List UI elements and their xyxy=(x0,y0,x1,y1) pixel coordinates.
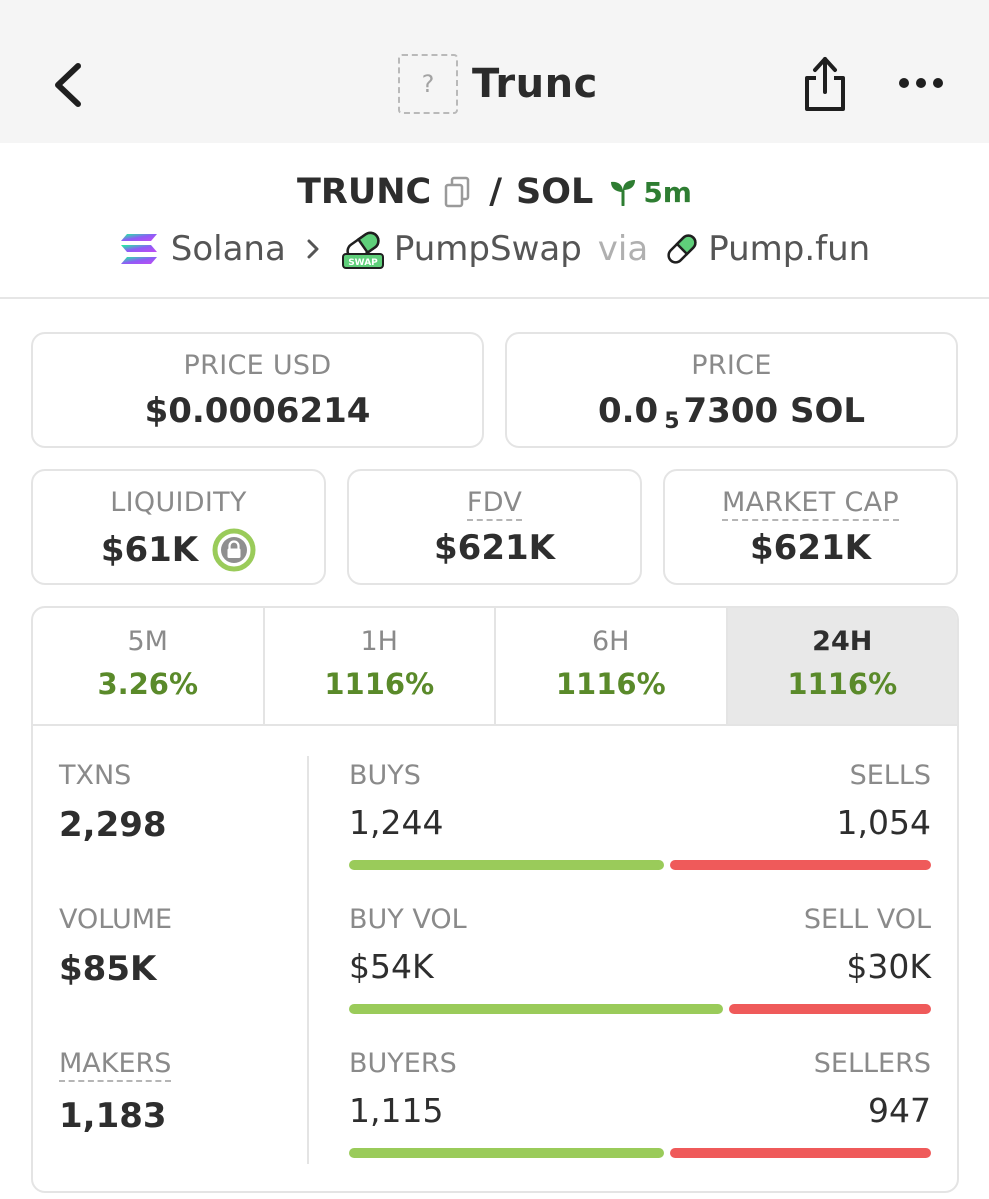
fdv-label-wrap: FDV xyxy=(349,487,640,521)
svg-text:SWAP: SWAP xyxy=(348,258,378,268)
price-usd-value: $0.0006214 xyxy=(144,391,371,431)
share-icon[interactable] xyxy=(802,54,848,114)
price-native-zero-count: 5 xyxy=(664,408,680,434)
tab-label: 5M xyxy=(127,626,168,657)
volume-value: $85K xyxy=(59,949,157,989)
tab-label: 1H xyxy=(360,626,398,657)
column-divider xyxy=(307,756,309,1164)
fdv-card: FDV $621K xyxy=(347,469,642,585)
sell-bar xyxy=(669,860,931,870)
liquidity-card: LIQUIDITY $61K xyxy=(31,469,326,585)
chevron-right-icon xyxy=(307,239,319,259)
sellers-value: 947 xyxy=(868,1091,931,1130)
pair-separator: / xyxy=(489,172,503,212)
tab-1h[interactable]: 1H 1116% xyxy=(265,608,496,724)
buyers-sellers-row: BUYERS SELLERS 1,115 947 xyxy=(349,1048,931,1191)
buy-sell-volume-row: BUY VOL SELL VOL $54K $30K xyxy=(349,904,931,1048)
stats-summary-column: TXNS 2,298 VOLUME $85K MAKERS 1,183 xyxy=(59,760,299,1191)
market-cap-card: MARKET CAP $621K xyxy=(663,469,958,585)
chain-breadcrumb: Solana SWAP PumpSwap via Pump.fun xyxy=(0,222,989,276)
price-native-suffix: 7300 SOL xyxy=(683,391,866,431)
sell-bar xyxy=(669,1148,931,1158)
token-placeholder-icon: ? xyxy=(398,54,458,114)
sells-label: SELLS xyxy=(849,760,931,791)
pumpfun-pill-icon xyxy=(667,234,697,264)
sell-bar xyxy=(729,1004,931,1014)
buys-sells-row: BUYS SELLS 1,244 1,054 xyxy=(349,760,931,904)
price-usd-card: PRICE USD $0.0006214 xyxy=(31,332,484,448)
price-native-value: 0.0 5 7300 SOL xyxy=(507,391,956,434)
tab-change-value: 1116% xyxy=(555,667,666,701)
pair-quote-symbol: SOL xyxy=(516,172,594,212)
header-divider xyxy=(0,297,989,299)
via-label: via xyxy=(597,229,649,269)
buys-sells-ratio-bar xyxy=(349,860,931,870)
buy-bar xyxy=(349,1004,724,1014)
tab-change-value: 3.26% xyxy=(97,667,199,701)
tab-6h[interactable]: 6H 1116% xyxy=(496,608,728,724)
market-cap-label[interactable]: MARKET CAP xyxy=(722,487,899,521)
sell-vol-value: $30K xyxy=(846,947,931,986)
buys-label: BUYS xyxy=(349,760,421,791)
buy-vol-value: $54K xyxy=(349,947,434,986)
makers-label[interactable]: MAKERS xyxy=(59,1048,172,1082)
tab-5m[interactable]: 5M 3.26% xyxy=(33,608,265,724)
buyers-ratio-bar xyxy=(349,1148,931,1158)
solana-logo-icon xyxy=(120,234,157,264)
txns-stat: TXNS 2,298 xyxy=(59,760,299,904)
buy-sell-column: BUYS SELLS 1,244 1,054 BUY VOL SELL VOL xyxy=(349,760,931,1191)
liquidity-lock-icon[interactable] xyxy=(212,528,256,572)
sell-vol-label: SELL VOL xyxy=(803,904,931,935)
top-nav-bar: ? Trunc xyxy=(0,0,989,143)
tab-24h[interactable]: 24H 1116% xyxy=(727,608,957,724)
buyers-value: 1,115 xyxy=(349,1091,444,1130)
market-cap-value: $621K xyxy=(750,528,871,568)
timeframe-tabs: 5M 3.26% 1H 1116% 6H 1116% 24H 1116% xyxy=(33,608,957,726)
sells-value: 1,054 xyxy=(836,803,931,842)
txns-label: TXNS xyxy=(59,760,132,791)
nav-title-group: ? Trunc xyxy=(398,52,598,116)
buyers-label: BUYERS xyxy=(349,1048,457,1079)
tab-label: 6H xyxy=(592,626,630,657)
makers-stat: MAKERS 1,183 xyxy=(59,1048,299,1191)
pair-age-text: 5m xyxy=(643,175,692,209)
sprout-icon xyxy=(611,180,636,206)
price-native-label: PRICE xyxy=(691,350,772,381)
pair-age-badge: 5m xyxy=(609,176,692,209)
more-options-icon[interactable] xyxy=(898,70,944,96)
liquidity-value-row: $61K xyxy=(33,528,324,572)
fdv-value: $621K xyxy=(434,528,555,568)
price-usd-label: PRICE USD xyxy=(183,350,332,381)
volume-stat: VOLUME $85K xyxy=(59,904,299,1048)
chain-name[interactable]: Solana xyxy=(171,229,286,269)
tab-change-value: 1116% xyxy=(787,667,898,701)
price-native-card: PRICE 0.0 5 7300 SOL xyxy=(505,332,958,448)
buy-bar xyxy=(349,860,664,870)
txns-value: 2,298 xyxy=(59,805,167,845)
market-cap-label-wrap: MARKET CAP xyxy=(665,487,956,521)
page-title: Trunc xyxy=(472,61,598,107)
stats-panel: 5M 3.26% 1H 1116% 6H 1116% 24H 1116% TXN… xyxy=(31,606,959,1193)
pumpswap-logo-icon: SWAP xyxy=(341,231,384,269)
tab-change-value: 1116% xyxy=(324,667,435,701)
buy-vol-label: BUY VOL xyxy=(349,904,467,935)
copy-icon[interactable] xyxy=(443,176,471,208)
buys-value: 1,244 xyxy=(349,803,444,842)
back-arrow-icon[interactable] xyxy=(50,60,90,110)
tab-label: 24H xyxy=(812,626,873,657)
fdv-label[interactable]: FDV xyxy=(466,487,523,521)
dex-name[interactable]: PumpSwap xyxy=(394,229,582,269)
liquidity-value: $61K xyxy=(100,530,199,570)
launchpad-name[interactable]: Pump.fun xyxy=(708,229,870,269)
sellers-label: SELLERS xyxy=(813,1048,931,1079)
pair-base-symbol: TRUNC xyxy=(297,172,432,212)
makers-value: 1,183 xyxy=(59,1096,167,1136)
buy-bar xyxy=(349,1148,664,1158)
liquidity-label: LIQUIDITY xyxy=(110,487,247,518)
pair-header: TRUNC / SOL 5m xyxy=(0,166,989,218)
volume-ratio-bar xyxy=(349,1004,931,1014)
price-native-prefix: 0.0 xyxy=(597,391,659,431)
volume-label: VOLUME xyxy=(59,904,173,935)
stats-body: TXNS 2,298 VOLUME $85K MAKERS 1,183 BUYS… xyxy=(33,726,957,1191)
